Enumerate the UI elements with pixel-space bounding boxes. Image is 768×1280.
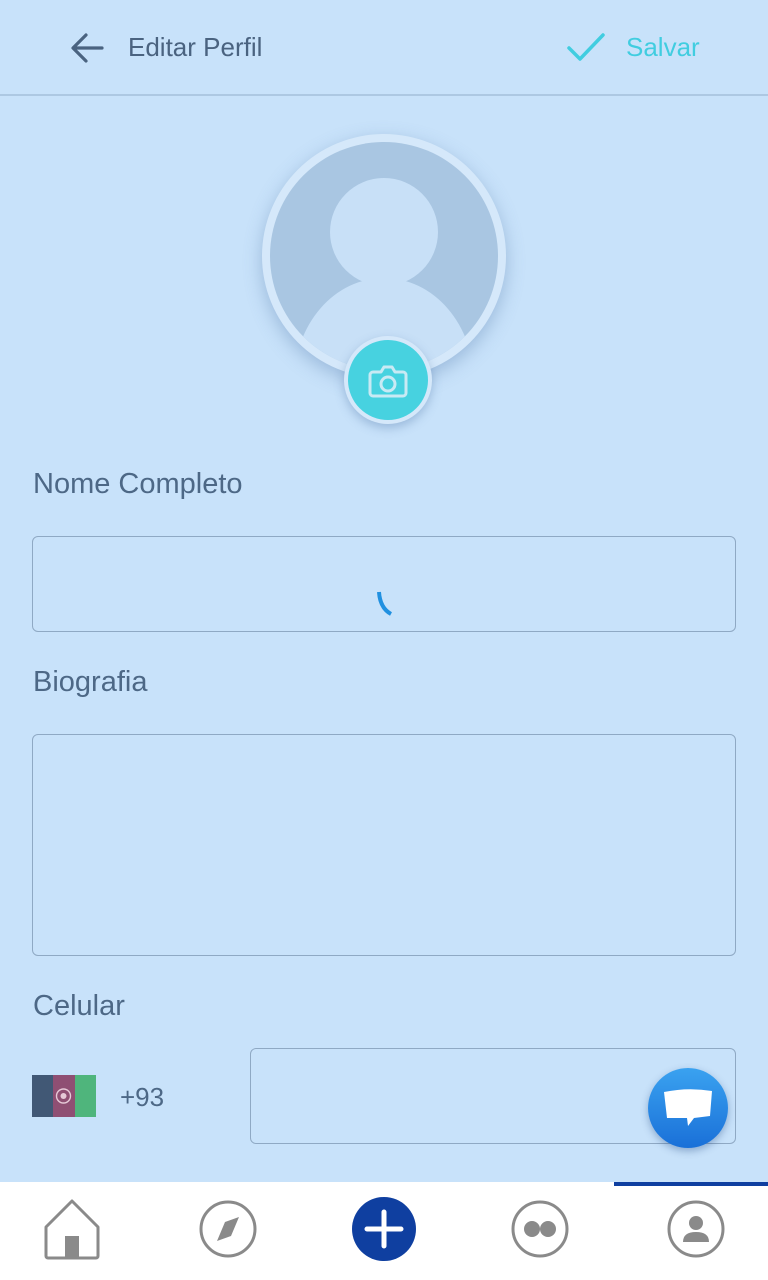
arrow-left-icon (71, 33, 104, 63)
save-button[interactable]: Salvar (564, 26, 714, 70)
add-icon (352, 1197, 416, 1261)
nav-add[interactable] (352, 1196, 416, 1262)
nav-home[interactable] (40, 1196, 104, 1262)
camera-icon (368, 365, 408, 398)
save-label: Salvar (626, 32, 700, 62)
name-input[interactable] (32, 536, 736, 632)
nav-explore[interactable] (196, 1196, 260, 1262)
chat-button[interactable] (648, 1068, 728, 1148)
afghanistan-flag-icon[interactable] (32, 1075, 96, 1117)
back-button[interactable] (64, 26, 112, 70)
loading-spinner-icon (377, 591, 393, 616)
profile-icon (667, 1200, 725, 1258)
stories-icon (511, 1200, 569, 1258)
chat-bubble-icon (664, 1089, 712, 1126)
bio-input[interactable] (32, 734, 736, 956)
phone-label: Celular (33, 990, 125, 1022)
bottom-navigation (0, 1182, 768, 1280)
change-photo-button[interactable] (344, 336, 432, 424)
name-label: Nome Completo (33, 468, 243, 500)
page-title: Editar Perfil (128, 32, 263, 62)
bio-label: Biografia (33, 666, 148, 698)
top-bar: Editar Perfil Salvar (0, 0, 768, 96)
country-code[interactable]: +93 (120, 1082, 164, 1113)
home-icon (44, 1199, 100, 1260)
check-icon (567, 33, 605, 61)
nav-stories[interactable] (508, 1196, 572, 1262)
nav-profile[interactable] (664, 1196, 728, 1262)
compass-icon (199, 1200, 257, 1258)
active-tab-indicator (614, 1182, 768, 1186)
